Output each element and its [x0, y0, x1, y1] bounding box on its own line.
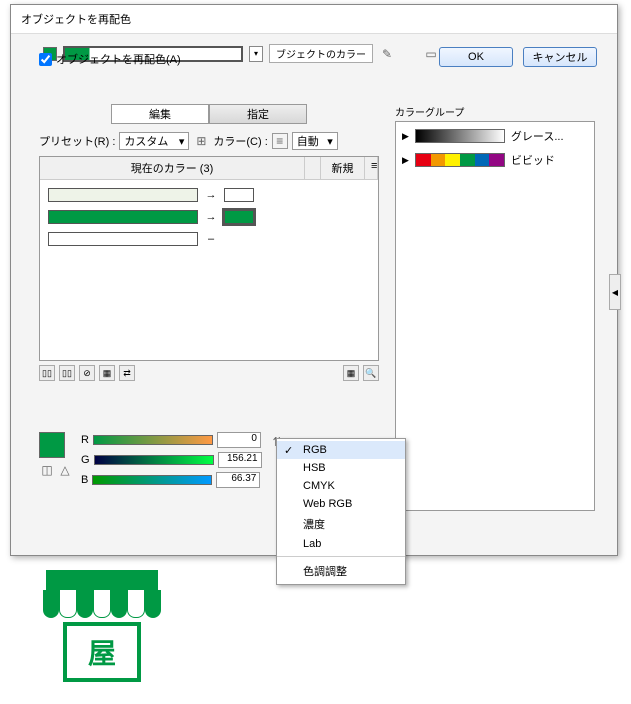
rgb-swatch[interactable]	[39, 432, 65, 458]
disclosure-icon[interactable]: ▶	[402, 155, 409, 166]
menu-item-adjust[interactable]: 色調調整	[277, 560, 405, 582]
tab-row: 編集 指定	[39, 104, 379, 124]
preset-row: プリセット(R) : カスタム▾ ⊞ カラー(C) : ≡ 自動▾	[39, 132, 379, 150]
recolor-checkbox-row[interactable]: オブジェクトを再配色(A)	[39, 51, 181, 67]
g-slider[interactable]	[94, 455, 214, 465]
arrow-icon[interactable]: →	[204, 189, 218, 201]
color-row[interactable]: →	[48, 188, 370, 202]
col-new[interactable]: 新規	[321, 157, 365, 179]
panel-collapse-handle[interactable]: ◀	[609, 274, 621, 310]
cancel-button[interactable]: キャンセル	[523, 47, 597, 67]
object-color-label: ブジェクトのカラー	[269, 44, 373, 63]
menu-item-tint[interactable]: 濃度	[277, 513, 405, 535]
rgb-panel: ◫ △ R0 G156.21 B66.37 ⇅ ≡	[39, 432, 309, 492]
list-toolbar: ▯▯ ▯▯ ⊘ ▦ ⇄ ▦ 🔍	[39, 365, 379, 381]
menu-item-hsb[interactable]: HSB	[277, 459, 405, 477]
color-row[interactable]: →	[48, 210, 370, 224]
tab-edit[interactable]: 編集	[111, 104, 209, 124]
new-folder-icon[interactable]: ▭	[423, 46, 439, 62]
dialog-buttons: OK キャンセル	[439, 47, 597, 67]
check-icon: ✓	[284, 444, 293, 457]
tab-assign[interactable]: 指定	[209, 104, 307, 124]
tool-2[interactable]: ▯▯	[59, 365, 75, 381]
color-menu-icon[interactable]: ≡	[272, 133, 288, 149]
b-label: B	[81, 474, 88, 486]
color-count-label: カラー(C) :	[213, 133, 267, 149]
g-value[interactable]: 156.21	[218, 452, 262, 468]
r-value[interactable]: 0	[217, 432, 261, 448]
ok-button[interactable]: OK	[439, 47, 513, 67]
r-slider[interactable]	[93, 435, 213, 445]
warn-icon[interactable]: △	[57, 462, 73, 478]
recolor-checkbox-label: オブジェクトを再配色(A)	[56, 51, 181, 67]
tool-3[interactable]: ⊘	[79, 365, 95, 381]
recolor-checkbox[interactable]	[39, 53, 52, 66]
no-arrow-icon[interactable]: –	[204, 233, 218, 245]
logo-text: 屋	[63, 622, 141, 682]
tool-magnify-icon[interactable]: 🔍	[363, 365, 379, 381]
groups-list: ▶ グレース... ▶ ビビッド	[395, 121, 595, 511]
tool-grid-icon[interactable]: ▦	[343, 365, 359, 381]
cube-icon[interactable]: ◫	[39, 462, 55, 478]
g-label: G	[81, 454, 90, 466]
groups-title: カラーグループ	[395, 104, 595, 119]
col-current[interactable]: 現在のカラー (3)	[40, 157, 305, 179]
menu-item-lab[interactable]: Lab	[277, 535, 405, 553]
group-label: ビビッド	[511, 152, 555, 168]
color-mode-menu: ✓RGB HSB CMYK Web RGB 濃度 Lab 色調調整	[276, 438, 406, 585]
group-row-grayscale[interactable]: ▶ グレース...	[402, 128, 588, 144]
menu-item-rgb[interactable]: ✓RGB	[277, 441, 405, 459]
r-label: R	[81, 434, 89, 446]
b-value[interactable]: 66.37	[216, 472, 260, 488]
col-arrow	[305, 157, 321, 179]
preset-combo[interactable]: カスタム▾	[119, 132, 189, 150]
dialog-content: ▾ ブジェクトのカラー ✎ ▭ ▣ 🗑 編集 指定 プリセット(R) : カスタ…	[11, 34, 617, 87]
vivid-swatch	[415, 153, 505, 167]
arrow-icon[interactable]: →	[204, 211, 218, 223]
tool-4[interactable]: ▦	[99, 365, 115, 381]
color-list: 現在のカラー (3) 新規 ≡ → → –	[39, 156, 379, 361]
dialog-title: オブジェクトを再配色	[11, 5, 617, 34]
col-menu-icon[interactable]: ≡	[365, 157, 378, 179]
auto-combo[interactable]: 自動▾	[292, 132, 338, 150]
tool-1[interactable]: ▯▯	[39, 365, 55, 381]
group-row-vivid[interactable]: ▶ ビビッド	[402, 152, 588, 168]
b-slider[interactable]	[92, 475, 212, 485]
color-row[interactable]: –	[48, 232, 370, 246]
menu-item-cmyk[interactable]: CMYK	[277, 477, 405, 495]
menu-separator	[277, 556, 405, 557]
store-logo: 屋	[40, 570, 164, 694]
preset-menu-icon[interactable]: ⊞	[193, 133, 209, 149]
tool-5[interactable]: ⇄	[119, 365, 135, 381]
group-label: グレース...	[511, 128, 564, 144]
grayscale-swatch	[415, 129, 505, 143]
color-groups-panel: カラーグループ ▶ グレース... ▶ ビビッド	[395, 104, 595, 511]
colorbar-dropdown[interactable]: ▾	[249, 46, 263, 62]
preset-label: プリセット(R) :	[39, 133, 115, 149]
disclosure-icon[interactable]: ▶	[402, 131, 409, 142]
left-panel: 編集 指定 プリセット(R) : カスタム▾ ⊞ カラー(C) : ≡ 自動▾ …	[39, 104, 379, 381]
menu-item-webrgb[interactable]: Web RGB	[277, 495, 405, 513]
edit-icon[interactable]: ✎	[379, 46, 395, 62]
